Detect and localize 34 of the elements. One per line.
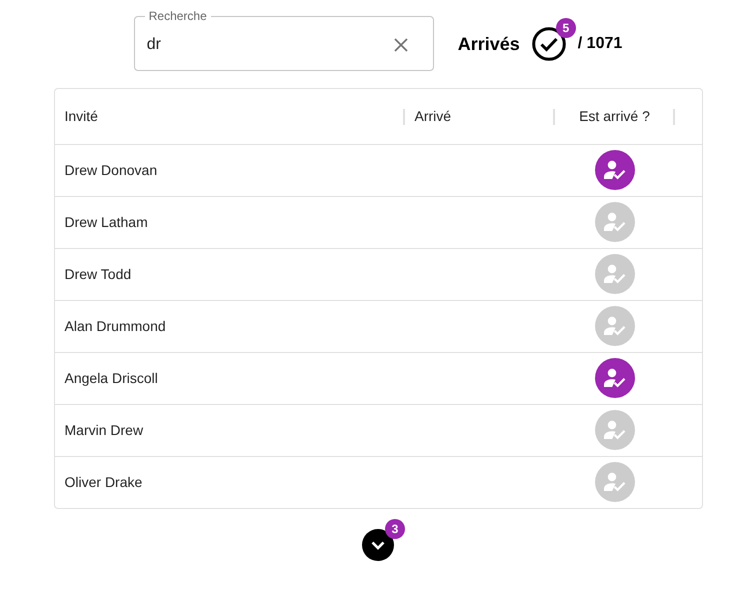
column-header: Arrivé (414, 108, 452, 124)
load-more-button[interactable] (362, 529, 394, 561)
arrived-toggle-button[interactable] (594, 150, 634, 190)
search-input[interactable]: dr (146, 23, 389, 66)
person-check-icon (604, 212, 626, 232)
person-check-icon (604, 368, 626, 388)
count-badge: 3 (385, 519, 405, 539)
person-check-icon (604, 316, 626, 336)
guest-name: Marvin Drew (64, 422, 144, 438)
arrived-toggle-button[interactable] (594, 254, 634, 294)
person-check-icon (604, 420, 626, 440)
guest-name: Angela Driscoll (64, 370, 158, 386)
arrived-toggle-button[interactable] (594, 202, 634, 242)
guest-name: Alan Drummond (64, 318, 166, 334)
total-count: / 1071 (578, 34, 622, 54)
arrived-toggle-button[interactable] (594, 410, 634, 450)
count-badge: 5 (556, 18, 576, 38)
column-header: Invité (64, 108, 98, 124)
person-check-icon (604, 264, 626, 284)
arrived-label: Arrivés (458, 32, 520, 56)
arrived-toggle-button[interactable] (594, 462, 634, 502)
chevron-down-icon (371, 540, 385, 550)
search-field[interactable]: Recherche dr (134, 9, 434, 71)
arrived-toggle-button[interactable] (594, 306, 634, 346)
close-icon (394, 38, 408, 52)
person-check-icon (604, 160, 626, 180)
guest-name: Drew Todd (64, 266, 132, 282)
column-header: Est arrivé ? (579, 108, 650, 124)
arrived-toggle-button[interactable] (594, 358, 634, 398)
person-check-icon (604, 472, 626, 492)
search-label: Recherche (148, 9, 208, 23)
guest-name: Drew Latham (64, 214, 148, 230)
guest-name: Drew Donovan (64, 162, 158, 178)
guest-name: Oliver Drake (64, 474, 142, 490)
